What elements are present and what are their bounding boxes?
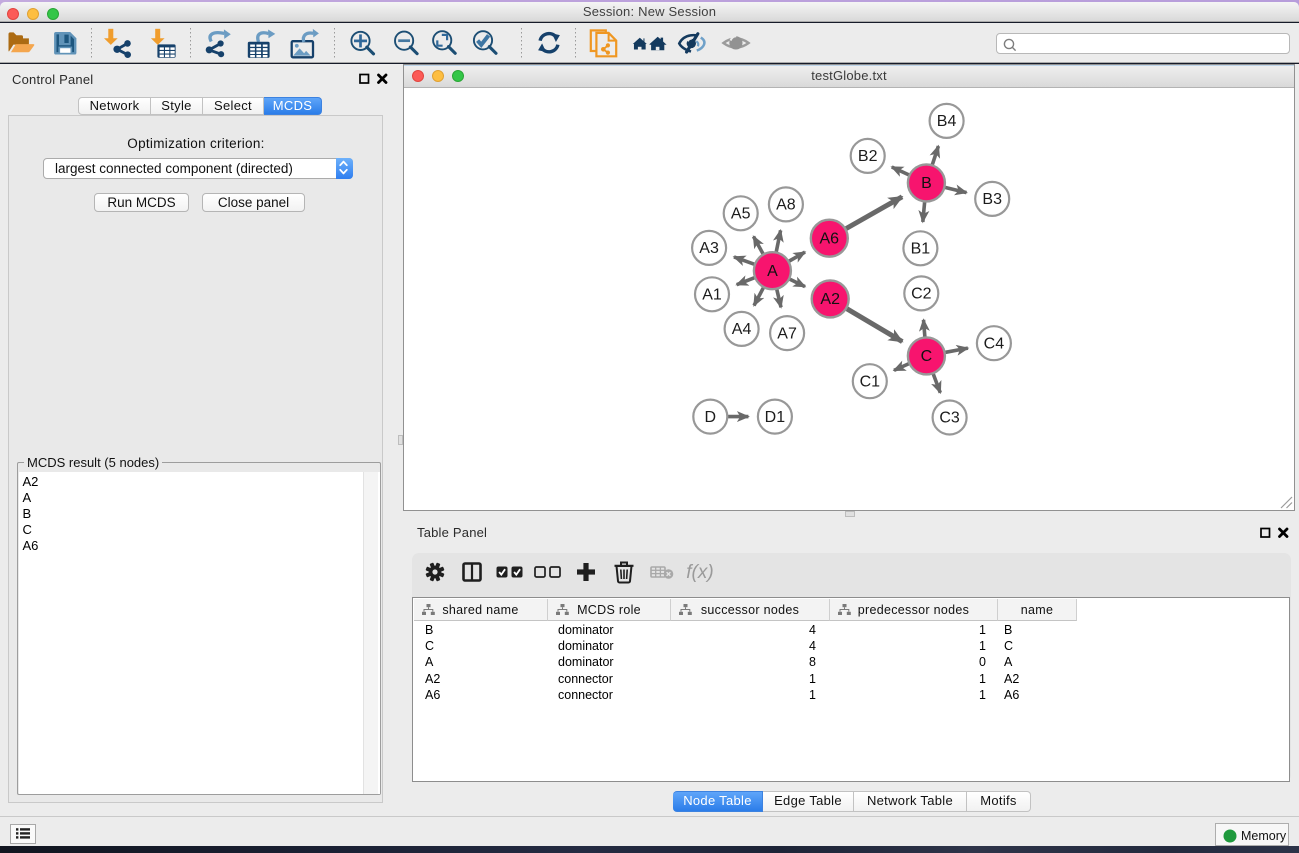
svg-text:A3: A3 — [699, 240, 719, 257]
svg-text:C1: C1 — [860, 373, 881, 390]
svg-text:A1: A1 — [702, 287, 722, 304]
svg-text:A6: A6 — [820, 230, 840, 247]
svg-text:A2: A2 — [820, 291, 840, 308]
svg-text:B2: B2 — [858, 148, 878, 165]
svg-text:B: B — [921, 175, 932, 192]
svg-text:f(x): f(x) — [686, 562, 713, 583]
svg-text:D1: D1 — [765, 409, 786, 426]
svg-text:C2: C2 — [911, 286, 932, 303]
svg-text:B4: B4 — [937, 113, 957, 130]
svg-text:A: A — [767, 263, 778, 280]
svg-text:A4: A4 — [732, 321, 752, 338]
svg-text:A5: A5 — [731, 206, 751, 223]
svg-text:B3: B3 — [982, 191, 1002, 208]
svg-text:A7: A7 — [777, 325, 797, 342]
svg-text:C4: C4 — [984, 335, 1005, 352]
svg-text:D: D — [705, 409, 717, 426]
svg-text:C: C — [921, 348, 933, 365]
svg-text:A8: A8 — [776, 197, 796, 214]
svg-text:B1: B1 — [911, 241, 931, 258]
svg-text:C3: C3 — [939, 410, 960, 427]
